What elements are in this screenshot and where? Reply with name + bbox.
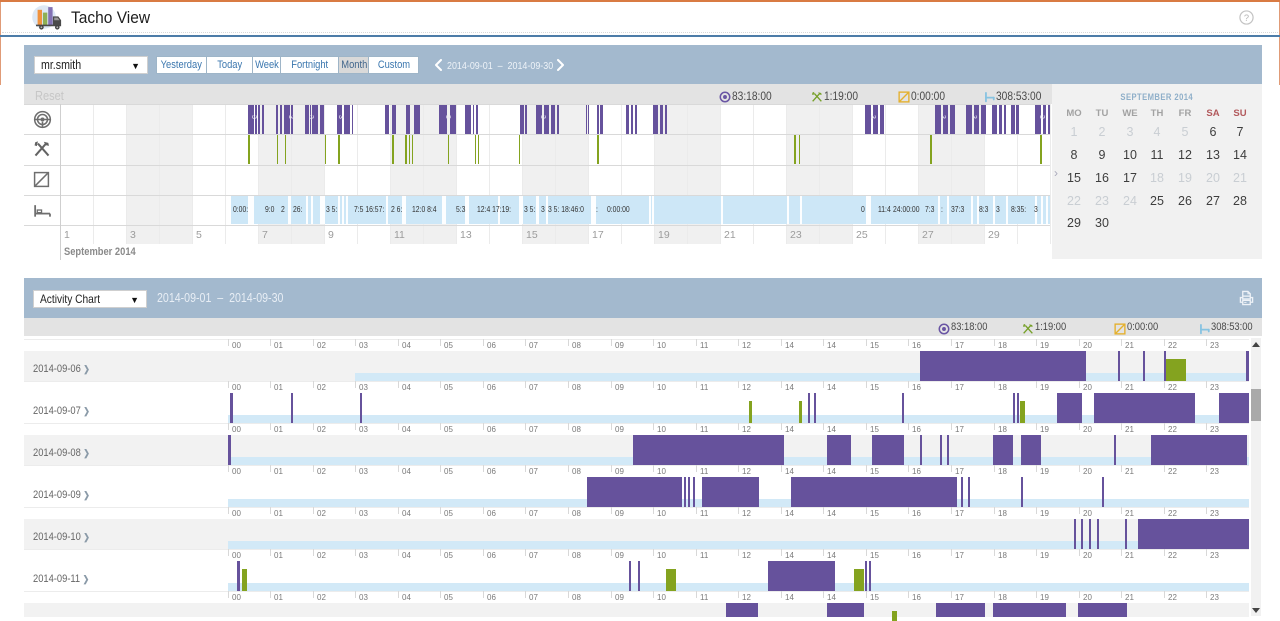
svg-text:?: ? [1244, 13, 1249, 23]
